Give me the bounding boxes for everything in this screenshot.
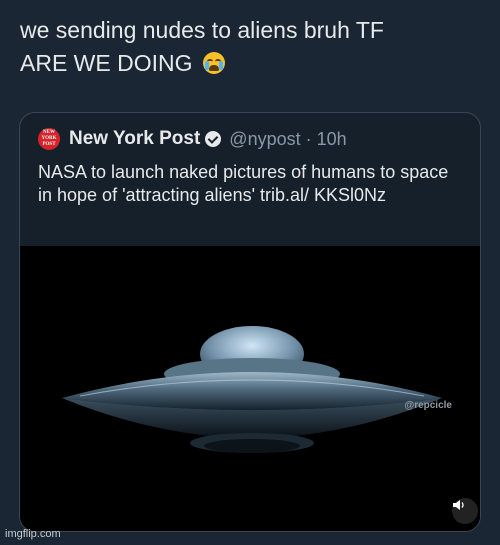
meme-screenshot: we sending nudes to aliens bruh TF ARE W… [0, 0, 500, 545]
crying-face-icon [202, 52, 225, 74]
post-text: we sending nudes to aliens bruh TF ARE W… [20, 14, 480, 80]
unmute-button[interactable] [452, 498, 478, 524]
quoted-tweet-header: NEW YORK POST New York Post @nypost · 10… [38, 125, 347, 153]
media-watermark: @repcicle [404, 400, 452, 411]
speaker-icon [453, 500, 464, 510]
author-handle-time[interactable]: @nypost · 10h [229, 129, 346, 150]
post-text-line2: ARE WE DOING [20, 50, 193, 76]
post-text-line1: we sending nudes to aliens bruh TF [20, 17, 384, 43]
author-name[interactable]: New York Post [69, 128, 200, 150]
imgflip-watermark: imgflip.com [5, 528, 61, 540]
quoted-tweet-card[interactable]: NEW YORK POST New York Post @nypost · 10… [19, 112, 481, 532]
verified-badge-icon [205, 131, 222, 147]
nypost-logo-icon[interactable]: NEW YORK POST [38, 128, 60, 150]
ufo-image [20, 246, 480, 531]
tweet-text: NASA to launch naked pictures of humans … [38, 162, 449, 205]
tweet-media-video[interactable]: @repcicle [20, 246, 480, 531]
